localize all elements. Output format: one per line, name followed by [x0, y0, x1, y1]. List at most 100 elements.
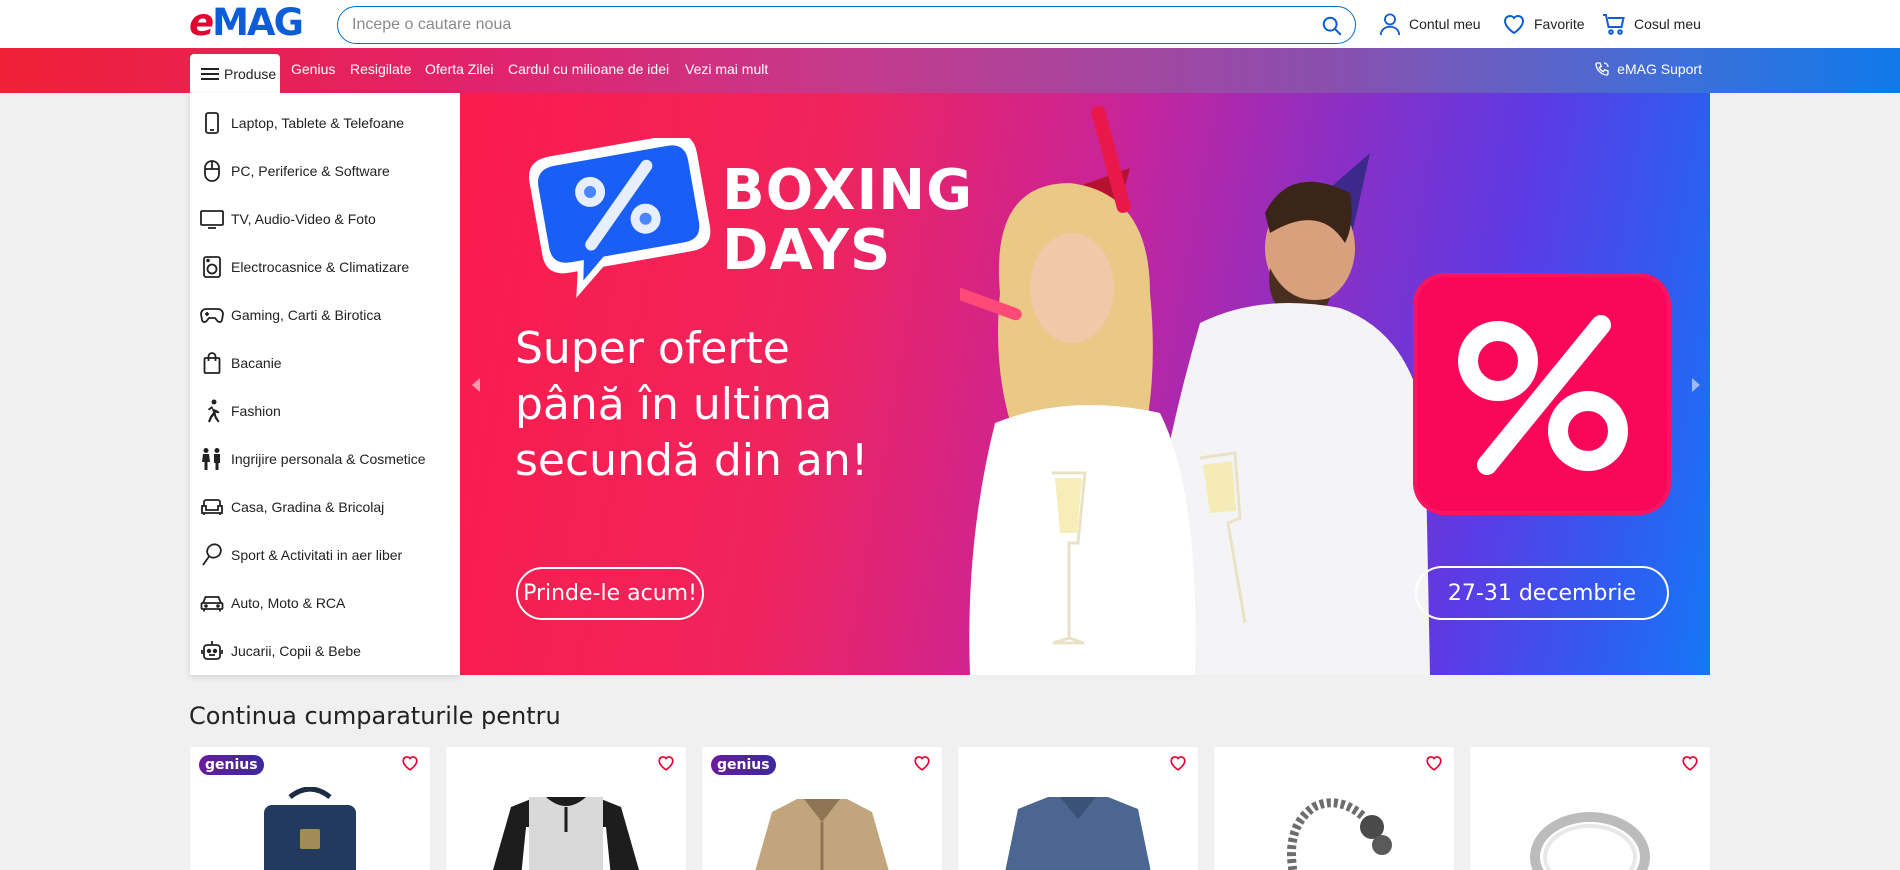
- category-auto[interactable]: Auto, Moto & RCA: [190, 579, 460, 627]
- nav-vezi-mai-mult[interactable]: Vezi mai mult: [685, 61, 768, 77]
- emag-logo[interactable]: eMAG: [189, 1, 325, 44]
- produse-label: Produse: [224, 65, 277, 82]
- search-button[interactable]: [1319, 13, 1345, 39]
- category-label: TV, Audio-Video & Foto: [231, 211, 376, 227]
- category-label: Auto, Moto & RCA: [231, 595, 346, 611]
- user-icon: [1379, 13, 1401, 36]
- heart-icon[interactable]: [657, 754, 675, 772]
- backpack-image: [264, 787, 356, 870]
- running-person-icon: [200, 399, 224, 423]
- category-fashion[interactable]: Fashion: [190, 387, 460, 435]
- category-menu: Laptop, Tablete & Telefoane PC, Periferi…: [190, 93, 460, 675]
- carousel-dot[interactable]: [1124, 666, 1131, 673]
- produse-menu-button[interactable]: Produse: [190, 54, 280, 93]
- sofa-icon: [200, 495, 224, 519]
- nav-oferta-zilei[interactable]: Oferta Zilei: [425, 61, 493, 77]
- category-label: PC, Periferice & Software: [231, 163, 390, 179]
- support-label: eMAG Suport: [1617, 61, 1702, 77]
- heart-icon[interactable]: [1425, 754, 1443, 772]
- cart-label: Cosul meu: [1634, 16, 1701, 32]
- product-card[interactable]: genius: [702, 747, 942, 870]
- car-icon: [200, 591, 224, 615]
- product-card[interactable]: genius: [190, 747, 430, 870]
- account-label: Contul meu: [1409, 16, 1481, 32]
- celebrating-couple-image: [960, 105, 1430, 675]
- product-card[interactable]: [446, 747, 686, 870]
- banner-headline: Super oferte până în ultima secundă din …: [515, 323, 869, 486]
- category-pc[interactable]: PC, Periferice & Software: [190, 147, 460, 195]
- raglan-shirt-image: [493, 797, 639, 870]
- heart-icon[interactable]: [1681, 754, 1699, 772]
- category-label: Bacanie: [231, 355, 282, 371]
- category-casa[interactable]: Casa, Gradina & Bricolaj: [190, 483, 460, 531]
- product-card[interactable]: [1214, 747, 1454, 870]
- category-label: Gaming, Carti & Birotica: [231, 307, 382, 323]
- chevron-right-icon: [1692, 378, 1700, 392]
- category-sport[interactable]: Sport & Activitati in aer liber: [190, 531, 460, 579]
- hamburger-icon: [201, 67, 219, 80]
- category-ingrijire[interactable]: Ingrijire personala & Cosmetice: [190, 435, 460, 483]
- category-label: Jucarii, Copii & Bebe: [231, 643, 361, 659]
- category-laptop[interactable]: Laptop, Tablete & Telefoane: [190, 99, 460, 147]
- category-bacanie[interactable]: Bacanie: [190, 339, 460, 387]
- search-input[interactable]: [352, 14, 1292, 36]
- product-card[interactable]: [1470, 747, 1710, 870]
- phone-icon: [200, 111, 224, 135]
- category-label: Fashion: [231, 403, 281, 419]
- banner-cta-button[interactable]: Prinde-le acum!: [516, 567, 704, 620]
- genius-badge: genius: [711, 755, 776, 775]
- banner-title-line2: DAYS: [722, 218, 892, 283]
- category-label: Electrocasnice & Climatizare: [231, 259, 410, 275]
- category-label: Laptop, Tablete & Telefoane: [231, 115, 405, 131]
- category-label: Sport & Activitati in aer liber: [231, 547, 403, 563]
- heart-icon[interactable]: [401, 754, 419, 772]
- robot-toy-icon: [200, 639, 224, 663]
- nav-cardul[interactable]: Cardul cu milioane de idei: [508, 61, 669, 77]
- nav-genius[interactable]: Genius: [291, 61, 335, 77]
- category-label: Ingrijire personala & Cosmetice: [231, 451, 426, 467]
- banner-title-line1: BOXING: [722, 158, 974, 223]
- phone-support-icon: [1595, 62, 1609, 76]
- genius-badge: genius: [199, 755, 264, 775]
- category-electrocasnice[interactable]: Electrocasnice & Climatizare: [190, 243, 460, 291]
- people-icon: [200, 447, 224, 471]
- category-gaming[interactable]: Gaming, Carti & Birotica: [190, 291, 460, 339]
- ring-image: [1530, 812, 1650, 870]
- logo-wordmark: eMAG: [189, 1, 304, 44]
- jacket-image: [755, 799, 889, 870]
- heart-icon: [1503, 15, 1525, 35]
- gamepad-icon: [200, 303, 224, 327]
- search-bar: [337, 6, 1356, 44]
- shopping-bag-icon: [200, 351, 224, 375]
- cart-link[interactable]: Cosul meu: [1602, 12, 1701, 36]
- category-label: Casa, Gradina & Bricolaj: [231, 499, 385, 515]
- heart-icon[interactable]: [913, 754, 931, 772]
- banner-next-button[interactable]: [1685, 373, 1707, 397]
- mouse-icon: [200, 159, 224, 183]
- banner-prev-button[interactable]: [465, 373, 487, 397]
- chevron-left-icon: [472, 378, 480, 392]
- category-jucarii[interactable]: Jucarii, Copii & Bebe: [190, 627, 460, 675]
- hero-banner[interactable]: BOXING DAYS Super oferte până în ultima …: [460, 93, 1710, 675]
- category-tv[interactable]: TV, Audio-Video & Foto: [190, 195, 460, 243]
- racket-icon: [200, 543, 224, 567]
- tv-icon: [200, 207, 224, 231]
- product-card[interactable]: [958, 747, 1198, 870]
- percent-icon: [1458, 315, 1628, 475]
- nav-resigilate[interactable]: Resigilate: [350, 61, 411, 77]
- continue-section-title: Continua cumparaturile pentru: [189, 702, 561, 730]
- main-navbar: Produse Genius Resigilate Oferta Zilei C…: [0, 48, 1900, 93]
- banner-title: BOXING DAYS: [722, 161, 973, 281]
- percent-tile: [1413, 273, 1671, 515]
- percent-bubble-icon: [528, 138, 711, 298]
- banner-dates: 27-31 decembrie: [1415, 566, 1669, 620]
- heart-icon[interactable]: [1169, 754, 1187, 772]
- support-link[interactable]: eMAG Suport: [1594, 61, 1702, 77]
- sweater-image: [1005, 797, 1151, 870]
- chain-bracelet-image: [1287, 798, 1392, 870]
- favorites-link[interactable]: Favorite: [1502, 12, 1585, 36]
- account-link[interactable]: Contul meu: [1379, 12, 1481, 36]
- search-icon: [1322, 16, 1342, 36]
- header: eMAG Contul meu Favorite Cosul meu: [0, 0, 1900, 48]
- favorites-label: Favorite: [1534, 16, 1585, 32]
